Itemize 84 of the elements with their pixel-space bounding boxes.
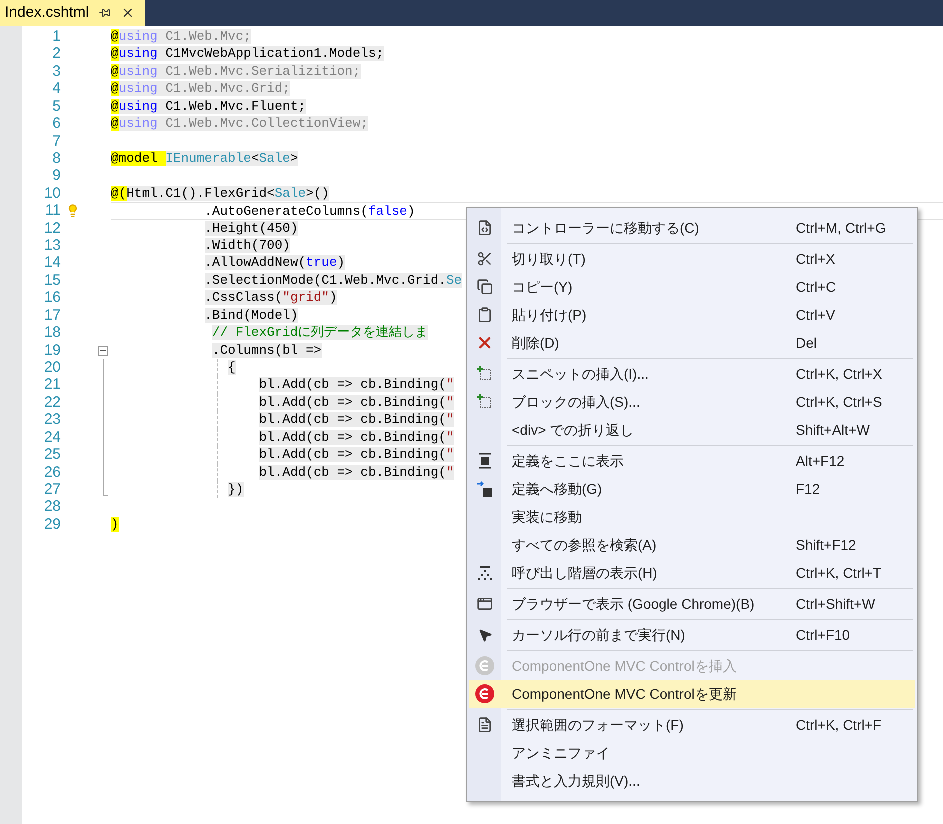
code-line: bl.Add(cb => cb.Binding(" — [258, 394, 454, 410]
menu-item[interactable]: 定義へ移動(G) F12 — [469, 475, 915, 503]
menu-item[interactable]: コピー(Y) Ctrl+C — [469, 273, 915, 301]
scissors-icon — [477, 251, 493, 267]
line-number: 17 — [43, 306, 61, 324]
line-number: 18 — [43, 324, 61, 342]
line-number: 26 — [43, 464, 61, 481]
line-number: 6 — [52, 115, 61, 133]
code-line: @(Html.C1().FlexGrid<Sale>() — [111, 186, 330, 201]
code-line: .SelectionMode(C1.Web.Mvc.Grid.Se — [204, 272, 462, 288]
hierarchy-icon — [477, 565, 493, 581]
insert-icon — [477, 394, 493, 410]
code-line: .AllowAddNew(true) — [204, 255, 346, 270]
menu-item[interactable]: すべての参照を検索(A) Shift+F12 — [469, 531, 915, 559]
menu-item[interactable]: 定義をここに表示 Alt+F12 — [469, 447, 915, 475]
cursor-icon — [478, 628, 492, 642]
line-number: 2 — [52, 45, 61, 63]
code-line: bl.Add(cb => cb.Binding(" — [258, 464, 454, 480]
line-number: 24 — [43, 428, 61, 446]
logo-icon — [475, 684, 495, 704]
line-number: 9 — [52, 167, 61, 185]
line-number: 12 — [43, 220, 61, 238]
line-number: 27 — [43, 480, 61, 498]
menu-item[interactable]: 貼り付け(P) Ctrl+V — [469, 301, 915, 329]
line-number: 1 — [52, 28, 61, 46]
line-number: 19 — [43, 342, 61, 360]
menu-item[interactable]: 呼び出し階層の表示(H) Ctrl+K, Ctrl+T — [469, 559, 915, 587]
go-to-definition-icon — [477, 481, 493, 497]
line-number: 29 — [43, 516, 61, 534]
line-number: 8 — [52, 150, 61, 168]
menu-item[interactable]: <div> での折り返し Shift+Alt+W — [469, 416, 915, 444]
line-number: 23 — [43, 411, 61, 429]
definition-icon — [477, 453, 493, 469]
editor-tab[interactable]: Index.cshtml — [0, 0, 145, 26]
menu-item[interactable]: スニペットの挿入(I)... Ctrl+K, Ctrl+X — [469, 360, 915, 388]
code-line: @using C1.Web.Mvc.Grid; — [111, 81, 290, 96]
line-number: 15 — [43, 272, 61, 290]
code-line: @using C1.Web.Mvc; — [111, 29, 252, 44]
code-line: bl.Add(cb => cb.Binding(" — [258, 447, 454, 462]
menu-item[interactable]: 実装に移動 — [469, 503, 915, 531]
line-number: 21 — [43, 376, 61, 394]
line-number: 20 — [43, 359, 61, 376]
line-number: 16 — [43, 289, 61, 307]
browser-icon — [477, 596, 493, 612]
line-number: 10 — [43, 184, 61, 202]
code-line: bl.Add(cb => cb.Binding(" — [258, 377, 454, 392]
code-line: @using C1.Web.Mvc.Serializition; — [111, 64, 361, 79]
menu-item[interactable]: アンミニファイ — [469, 739, 915, 767]
code-line: .AutoGenerateColumns(false) — [204, 204, 416, 220]
line-number: 22 — [43, 394, 61, 412]
document-icon — [477, 220, 493, 236]
logo-icon — [475, 656, 495, 676]
line-number: 7 — [52, 132, 61, 150]
collapse-toggle[interactable] — [98, 346, 108, 356]
line-number: 11 — [44, 202, 61, 220]
clipboard-icon — [477, 307, 493, 323]
insert-icon — [477, 366, 493, 382]
menu-item[interactable]: 選択範囲のフォーマット(F) Ctrl+K, Ctrl+F — [469, 711, 915, 739]
menu-item[interactable]: 切り取り(T) Ctrl+X — [469, 245, 915, 273]
pin-icon[interactable] — [99, 7, 112, 19]
menu-item[interactable]: ブラウザーで表示 (Google Chrome)(B) Ctrl+Shift+W — [469, 590, 915, 618]
tab-title: Index.cshtml — [5, 2, 90, 23]
code-line: @using C1.Web.Mvc.CollectionView; — [111, 116, 368, 132]
code-line: @using C1.Web.Mvc.Fluent; — [111, 98, 306, 114]
line-number: 5 — [52, 98, 61, 116]
line-number: 3 — [52, 62, 61, 80]
code-line: bl.Add(cb => cb.Binding(" — [258, 430, 454, 445]
menu-item[interactable]: 書式と入力規則(V)... — [469, 767, 915, 795]
copy-icon — [477, 279, 493, 295]
menu-item[interactable]: 削除(D) Del — [469, 329, 915, 357]
code-line: @using C1MvcWebApplication1.Models; — [111, 46, 384, 62]
line-number: 14 — [43, 254, 61, 272]
line-number: 4 — [52, 80, 61, 98]
code-line: .CssClass("grid") — [204, 290, 338, 306]
code-line: bl.Add(cb => cb.Binding(" — [258, 412, 454, 428]
menu-item[interactable]: カーソル行の前まで実行(N) Ctrl+F10 — [469, 621, 915, 649]
line-number: 13 — [43, 237, 61, 254]
menu-item[interactable]: ComponentOne MVC Controlを更新 — [469, 680, 915, 708]
menu-item[interactable]: コントローラーに移動する(C) Ctrl+M, Ctrl+G — [469, 214, 915, 242]
line-number: 25 — [43, 446, 61, 464]
code-line: @model IEnumerable<Sale> — [111, 150, 298, 166]
line-number: 28 — [43, 498, 61, 516]
document-icon — [477, 717, 493, 733]
menu-item[interactable]: ブロックの挿入(S)... Ctrl+K, Ctrl+S — [469, 388, 915, 416]
